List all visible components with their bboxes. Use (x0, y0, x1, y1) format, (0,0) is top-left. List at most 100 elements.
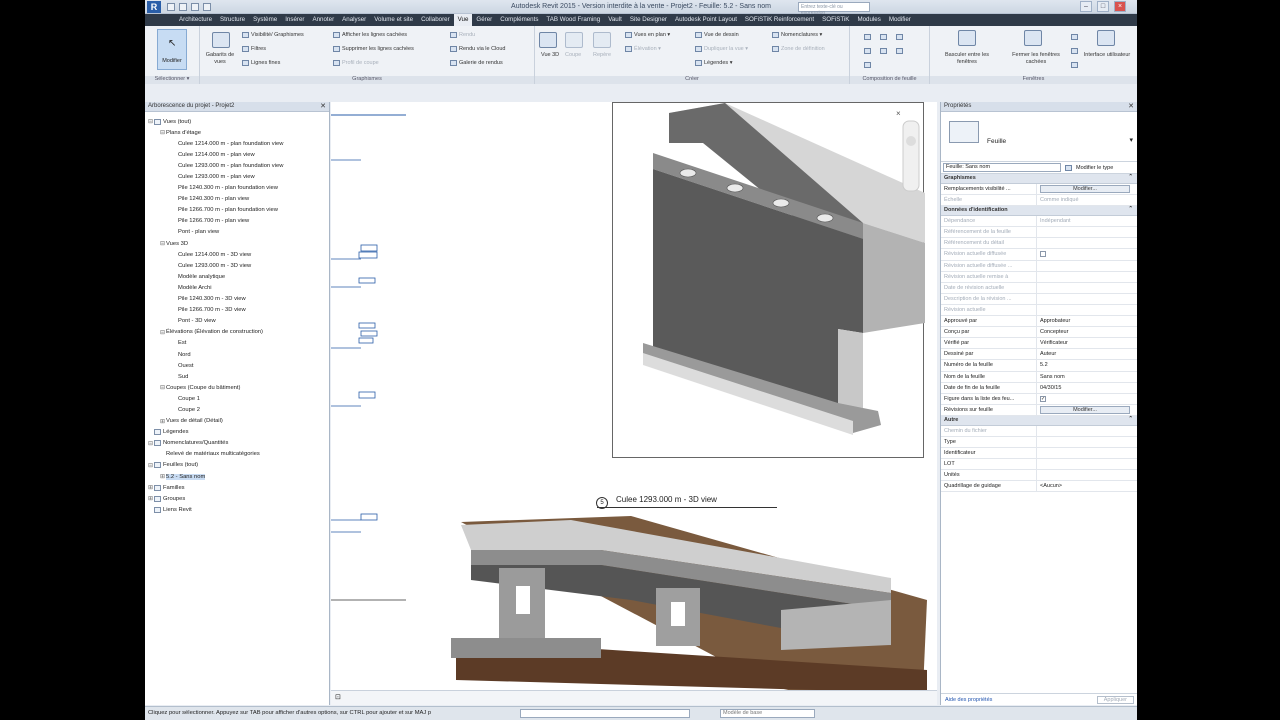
collapse-icon[interactable]: ⊟ (147, 118, 154, 125)
callout-button[interactable]: Repère (593, 52, 611, 58)
tree-item[interactable]: Culee 1293.000 m - plan view (147, 171, 329, 182)
matchline-icon[interactable] (864, 48, 871, 54)
tree-item[interactable]: ⊞ Vues de détail (Détail) (147, 416, 329, 427)
close-button[interactable]: × (1114, 1, 1126, 12)
instance-filter-dropdown[interactable]: Feuille: Sans nom (943, 163, 1061, 172)
legends-button[interactable]: Légendes ▾ (695, 60, 732, 66)
collapse-icon[interactable]: ⌃ (1128, 416, 1133, 422)
expand-icon[interactable]: ⊞ (147, 484, 154, 491)
filters-button[interactable]: Filtres (242, 46, 266, 52)
collapse-icon[interactable]: ⊟ (147, 440, 154, 447)
tree-item[interactable]: Pont - plan view (147, 227, 329, 238)
tree-item[interactable]: Pile 1266.700 m - plan view (147, 216, 329, 227)
tree-item[interactable]: Ouest (147, 360, 329, 371)
tree-item[interactable]: Est (147, 338, 329, 349)
render-button[interactable]: Rendu (450, 32, 475, 38)
select-panel-label[interactable]: Sélectionner ▾ (145, 76, 199, 84)
property-value[interactable]: 04/30/15 (1037, 383, 1137, 393)
apply-button[interactable]: Appliquer (1096, 695, 1134, 704)
section-button[interactable]: Coupe (565, 52, 581, 58)
chevron-down-icon[interactable]: ▾ (1129, 136, 1133, 144)
tab-g-rer[interactable]: Gérer (472, 14, 496, 26)
tile-icon[interactable] (1071, 62, 1078, 68)
tab-modules[interactable]: Modules (853, 14, 884, 26)
collapse-icon[interactable]: ⊟ (159, 129, 166, 136)
minimize-button[interactable]: – (1080, 1, 1092, 12)
navigation-bar[interactable] (902, 120, 920, 192)
search-input[interactable]: Entrez texte-clé ou expression (798, 2, 870, 16)
property-value[interactable]: <Aucun> (1037, 481, 1137, 491)
tab-compl-ments[interactable]: Compléments (496, 14, 542, 26)
tree-item[interactable]: Pile 1240.300 m - plan view (147, 194, 329, 205)
tab-vault[interactable]: Vault (604, 14, 626, 26)
tab-tab-wood-framing[interactable]: TAB Wood Framing (542, 14, 604, 26)
cloud-render-button[interactable]: Rendu via le Cloud (450, 46, 505, 52)
tree-item[interactable]: Modèle analytique (147, 271, 329, 282)
tab-structure[interactable]: Structure (216, 14, 249, 26)
tree-item[interactable]: ⊟ Nomenclatures/Quantités (147, 438, 329, 449)
property-value[interactable] (1037, 448, 1137, 458)
property-value[interactable]: Vérificateur (1037, 338, 1137, 348)
tree-item[interactable]: ⊟ Vues 3D (147, 238, 329, 249)
elevation-button[interactable]: Élévation ▾ (625, 46, 661, 52)
schedules-button[interactable]: Nomenclatures ▾ (772, 32, 822, 38)
property-value[interactable]: Auteur (1037, 349, 1137, 359)
tab-annoter[interactable]: Annoter (308, 14, 338, 26)
collapse-icon[interactable]: ⊟ (159, 240, 166, 247)
tree-item[interactable]: Culee 1214.000 m - plan foundation view (147, 138, 329, 149)
tab-volume-et-site[interactable]: Volume et site (370, 14, 417, 26)
replicate-icon[interactable] (1071, 34, 1078, 40)
edit-type-button[interactable]: Modifier le type (1076, 165, 1113, 171)
property-value[interactable] (1037, 470, 1137, 480)
tree-item[interactable]: Modèle Archi (147, 282, 329, 293)
tab-ins-rer[interactable]: Insérer (281, 14, 308, 26)
tab-architecture[interactable]: Architecture (175, 14, 216, 26)
workset-field[interactable] (520, 709, 690, 718)
design-option-field[interactable]: Modèle de base (720, 709, 815, 718)
guide-grid-icon[interactable] (864, 62, 871, 68)
tree-item[interactable]: Relevé de matériaux multicatégories (147, 449, 329, 460)
collapse-icon[interactable]: ⌃ (1128, 174, 1133, 180)
tab-analyser[interactable]: Analyser (338, 14, 370, 26)
tree-item[interactable]: Pile 1240.300 m - plan foundation view (147, 183, 329, 194)
viewport-abutment[interactable]: × (612, 102, 925, 458)
modify-button[interactable]: ↖ Modifier (157, 29, 187, 70)
cascade-icon[interactable] (1071, 48, 1078, 54)
tree-item[interactable]: Culee 1293.000 m - plan foundation view (147, 160, 329, 171)
view-templates-button[interactable]: Gabarits de vues (205, 52, 235, 66)
tab-syst-me[interactable]: Système (249, 14, 281, 26)
property-value[interactable]: Approbateur (1037, 316, 1137, 326)
property-value[interactable]: Modifier... (1037, 184, 1137, 194)
property-value[interactable]: Modifier... (1037, 405, 1137, 415)
tree-item[interactable]: Culee 1214.000 m - 3D view (147, 249, 329, 260)
property-value[interactable]: Sans nom (1037, 372, 1137, 382)
duplicate-view-button[interactable]: Dupliquer la vue ▾ (695, 46, 748, 52)
edit-button[interactable]: Modifier... (1040, 405, 1130, 414)
tree-item[interactable]: ⊟ Plans d'étage (147, 127, 329, 138)
tree-item[interactable]: Culee 1293.000 m - 3D view (147, 260, 329, 271)
scope-box-button[interactable]: Zone de définition (772, 46, 825, 52)
tab-site-designer[interactable]: Site Designer (626, 14, 671, 26)
sheet-canvas[interactable]: × 5 Culee 1293.000 m - 3D view ⊡ (331, 102, 937, 705)
tree-item[interactable]: ⊟ Coupes (Coupe du bâtiment) (147, 382, 329, 393)
revisions-icon[interactable] (896, 48, 903, 54)
tree-item[interactable]: Culee 1214.000 m - plan view (147, 149, 329, 160)
close-icon[interactable]: ✕ (1128, 102, 1134, 110)
property-value[interactable] (1037, 437, 1137, 447)
render-gallery-button[interactable]: Galerie de rendus (450, 60, 503, 66)
checkbox[interactable]: ✓ (1040, 395, 1046, 402)
tab-autodesk-point-layout[interactable]: Autodesk Point Layout (671, 14, 741, 26)
show-hidden-lines-button[interactable]: Afficher les lignes cachées (333, 32, 407, 38)
tab-modifier[interactable]: Modifier (885, 14, 915, 26)
scale-icon[interactable]: ⊡ (335, 693, 341, 701)
remove-hidden-lines-button[interactable]: Supprimer les lignes cachées (333, 46, 414, 52)
user-interface-button[interactable]: Interface utilisateur (1082, 52, 1132, 59)
tab-vue[interactable]: Vue (453, 14, 473, 26)
collapse-icon[interactable]: ⊟ (159, 329, 166, 336)
steering-wheel-icon[interactable] (906, 136, 916, 146)
property-group-header[interactable]: Autre ⌃ (941, 415, 1137, 426)
cut-profile-button[interactable]: Profil de coupe (333, 60, 379, 66)
thin-lines-button[interactable]: Lignes fines (242, 60, 280, 66)
tree-item[interactable]: Pile 1266.700 m - plan foundation view (147, 205, 329, 216)
expand-icon[interactable]: ⊞ (159, 473, 166, 480)
